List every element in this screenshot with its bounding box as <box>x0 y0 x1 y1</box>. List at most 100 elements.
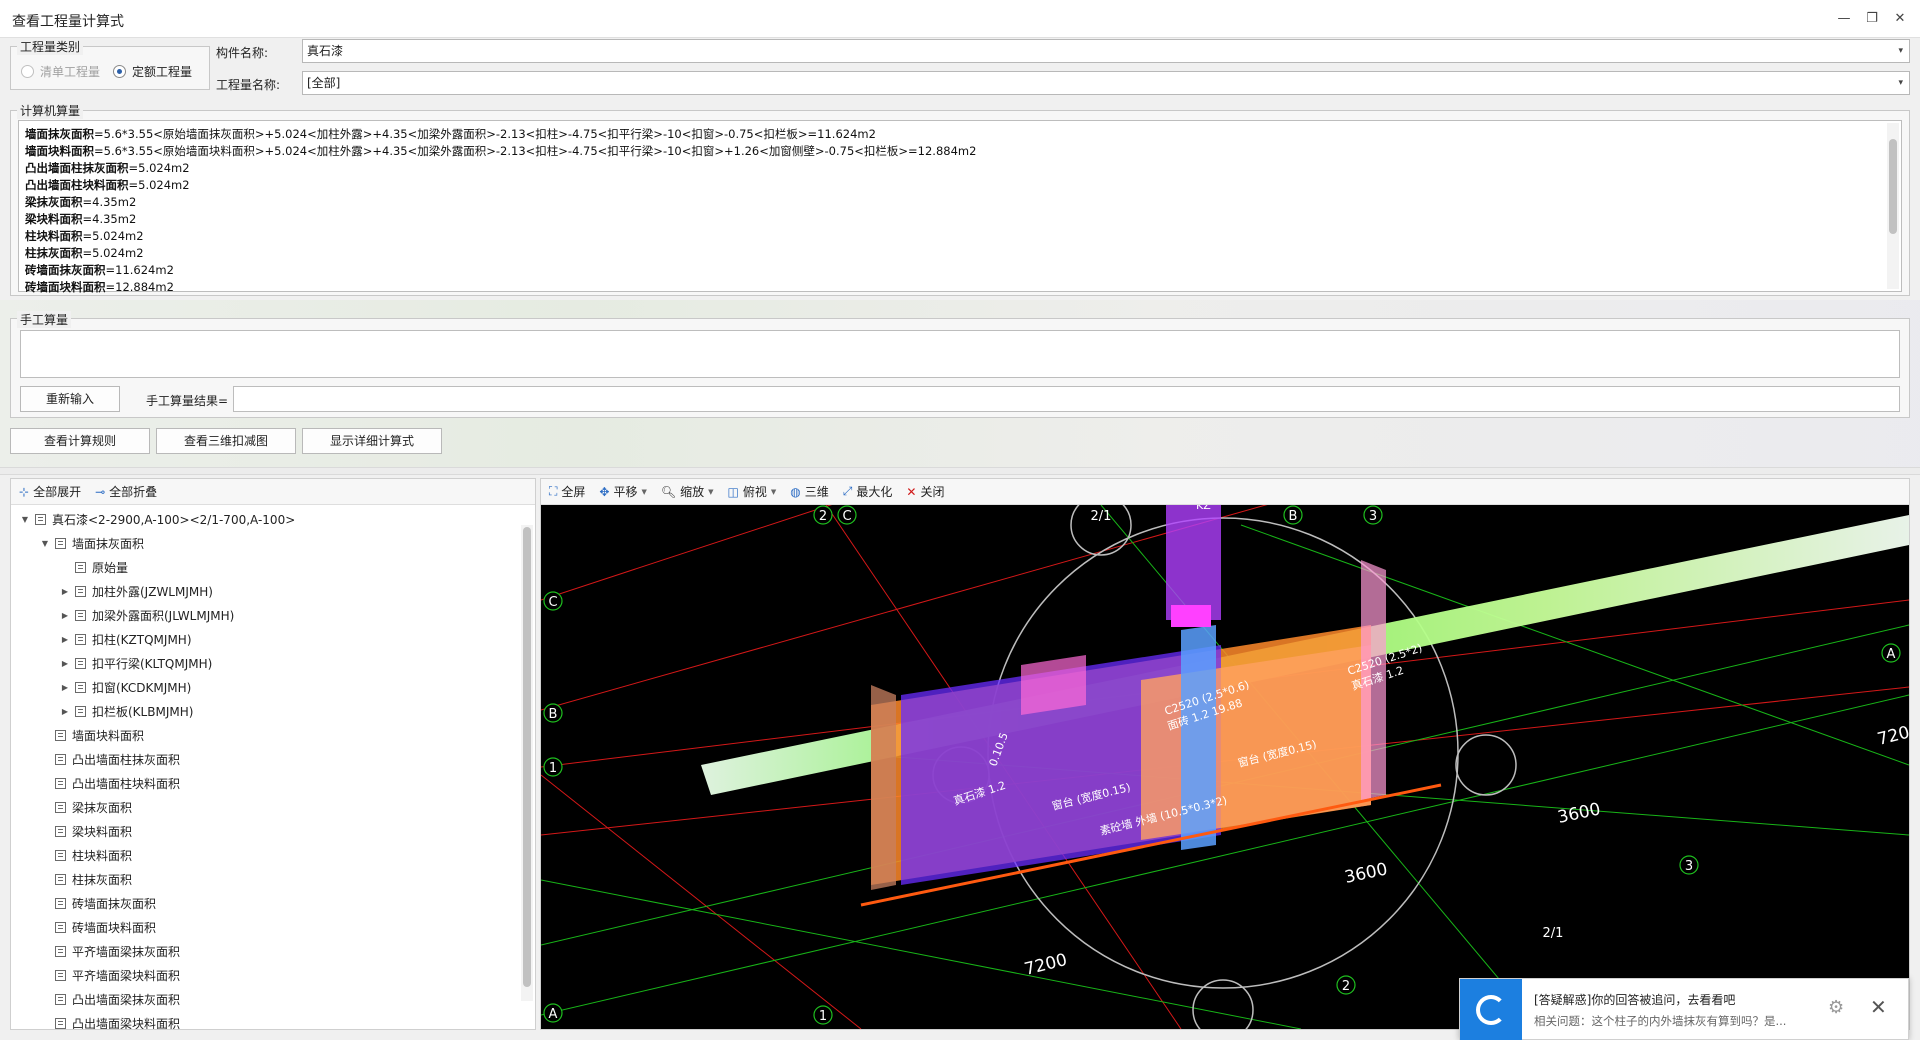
tree-node[interactable]: ▶ 扣平行梁(KLTQMJMH) <box>59 651 212 675</box>
tree-node[interactable]: 柱抹灰面积 <box>39 867 132 891</box>
view-rules-button[interactable]: 查看计算规则 <box>10 428 150 454</box>
scrollbar-thumb[interactable] <box>1889 139 1897 234</box>
tree-node-label: 平齐墙面梁抹灰面积 <box>72 944 181 959</box>
expand-all-label: 全部展开 <box>33 485 82 499</box>
tree-node[interactable]: 原始量 <box>59 555 128 579</box>
view3d-panel: ⛶ 全屏 ✥ 平移 ▼ 🔍︎ 缩放 ▼ ◫ 俯视 ▼ ◍ 三维 ⤢ 最大化 ✕ 关闭 <box>540 478 1910 1030</box>
zoom-button[interactable]: 🔍︎ 缩放 ▼ <box>661 483 714 500</box>
topview-button[interactable]: ◫ 俯视 ▼ <box>728 483 777 500</box>
expand-all-button[interactable]: ⊹ 全部展开 <box>19 483 81 500</box>
chevron-right-icon[interactable]: ▶ <box>59 659 71 668</box>
notification-toast[interactable]: [答疑解惑]你的回答被追问，去看看吧 相关问题：这个柱子的内外墙抹灰有算到吗？是… <box>1459 978 1909 1040</box>
close-view-button[interactable]: ✕ 关闭 <box>906 483 944 500</box>
tree-node[interactable]: 梁块料面积 <box>39 819 132 843</box>
toast-subtitle[interactable]: 相关问题：这个柱子的内外墙抹灰有算到吗？是... <box>1534 1013 1786 1029</box>
tree-node[interactable]: 凸出墙面柱块料面积 <box>39 771 180 795</box>
tree-node-label: 柱块料面积 <box>72 848 133 863</box>
tree-node[interactable]: ▶ 加梁外露面积(JLWLMJMH) <box>59 603 234 627</box>
computer-calc-text[interactable]: 墙面抹灰面积=5.6*3.55<原始墙面抹灰面积>+5.024<加柱外露>+4.… <box>18 120 1902 294</box>
tree-node[interactable]: 凸出墙面柱抹灰面积 <box>39 747 180 771</box>
calc-line: 梁抹灰面积=4.35m2 <box>25 194 976 211</box>
gear-icon[interactable]: ⚙ <box>1828 997 1844 1018</box>
pan-button[interactable]: ✥ 平移 ▼ <box>599 483 646 500</box>
fullscreen-button[interactable]: ⛶ 全屏 <box>549 483 585 500</box>
list-node-icon <box>75 657 86 669</box>
chevron-down-icon[interactable]: ▼ <box>708 488 713 496</box>
dropdown-arrow-icon[interactable]: ▾ <box>1898 72 1903 94</box>
tree-node[interactable]: 平齐墙面梁块料面积 <box>39 963 180 987</box>
tree-node[interactable]: 梁抹灰面积 <box>39 795 132 819</box>
radio-bill-quantity[interactable]: 清单工程量 <box>21 63 100 80</box>
tree-node[interactable]: ▼ 墙面抹灰面积 <box>39 531 144 555</box>
list-node-icon <box>75 681 86 693</box>
tree-node[interactable]: ▶ 扣窗(KCDKMJMH) <box>59 675 191 699</box>
pan-label: 平移 <box>613 485 638 499</box>
chevron-right-icon[interactable]: ▶ <box>59 683 71 692</box>
close-icon[interactable]: ✕ <box>1870 995 1887 1019</box>
3d-viewport[interactable]: 2 C 2/1 B 3 C B 1 A A 1 2 2/1 3 3600 360… <box>541 505 1909 1029</box>
calc-line-name: 梁抹灰面积 <box>25 195 83 209</box>
3d-scene[interactable]: 2 C 2/1 B 3 C B 1 A A 1 2 2/1 3 3600 360… <box>541 505 1909 1029</box>
show-detail-formula-button[interactable]: 显示详细计算式 <box>302 428 442 454</box>
reenter-button[interactable]: 重新输入 <box>20 386 120 412</box>
tree-node[interactable]: 墙面块料面积 <box>39 723 144 747</box>
view3d-button[interactable]: ◍ 三维 <box>790 483 829 500</box>
tree-node[interactable]: 凸出墙面梁块料面积 <box>39 1011 180 1029</box>
tree-node-label: 凸出墙面梁块料面积 <box>72 1016 181 1030</box>
tree-node[interactable]: ▶ 加柱外露(JZWLMJMH) <box>59 579 213 603</box>
dropdown-arrow-icon[interactable]: ▾ <box>1898 40 1903 62</box>
axis-label: A <box>1887 647 1896 662</box>
chevron-down-icon[interactable]: ▼ <box>39 539 51 548</box>
chevron-right-icon[interactable]: ▶ <box>59 611 71 620</box>
list-node-icon <box>55 801 66 813</box>
collapse-all-button[interactable]: ⊸ 全部折叠 <box>95 483 157 500</box>
calc-line: 凸出墙面柱抹灰面积=5.024m2 <box>25 160 976 177</box>
calc-line: 墙面块料面积=5.6*3.55<原始墙面块料面积>+5.024<加柱外露>+4.… <box>25 143 976 160</box>
list-node-icon <box>75 561 86 573</box>
zoom-label: 缩放 <box>680 485 705 499</box>
tree-node[interactable]: ▼ 真石漆<2-2900,A-100><2/1-700,A-100> <box>19 507 295 531</box>
view3d-label: 三维 <box>804 485 829 499</box>
tree-node-label: 扣柱(KZTQMJMH) <box>92 632 192 647</box>
list-node-icon <box>55 873 66 885</box>
maximize-button[interactable]: ⤢ 最大化 <box>843 483 893 500</box>
manual-result-input[interactable] <box>233 386 1900 412</box>
toast-title[interactable]: [答疑解惑]你的回答被追问，去看看吧 <box>1534 991 1735 1008</box>
tree-node-label: 扣平行梁(KLTQMJMH) <box>92 656 213 671</box>
tree-node[interactable]: 柱块料面积 <box>39 843 132 867</box>
tree-node[interactable]: 砖墙面抹灰面积 <box>39 891 156 915</box>
restore-icon[interactable]: ❐ <box>1861 8 1883 30</box>
calc-line-expr: =5.024m2 <box>128 161 190 175</box>
tree-panel: ⊹ 全部展开 ⊸ 全部折叠 ▼ 真石漆<2-2900,A-100><2/1-700… <box>10 478 536 1030</box>
manual-calc-label: 手工算量 <box>17 311 72 328</box>
splitter[interactable] <box>0 467 1920 475</box>
chevron-right-icon[interactable]: ▶ <box>59 587 71 596</box>
chevron-right-icon[interactable]: ▶ <box>59 707 71 716</box>
tree-toolbar: ⊹ 全部展开 ⊸ 全部折叠 <box>11 479 535 505</box>
axis-label: A <box>549 1007 558 1022</box>
view3d-icon: ◍ <box>790 484 801 499</box>
tree-node[interactable]: ▶ 扣栏板(KLBMJMH) <box>59 699 194 723</box>
tree-node[interactable]: ▶ 扣柱(KZTQMJMH) <box>59 627 192 651</box>
chevron-down-icon[interactable]: ▼ <box>771 488 776 496</box>
component-name-label: 构件名称: <box>216 46 269 60</box>
chevron-right-icon[interactable]: ▶ <box>59 635 71 644</box>
scrollbar-thumb[interactable] <box>523 527 531 987</box>
tree-scrollbar[interactable] <box>521 525 533 1001</box>
manual-calc-input[interactable] <box>20 330 1900 378</box>
minimize-icon[interactable]: — <box>1833 8 1855 30</box>
quantity-name-combo[interactable]: [全部] ▾ <box>302 71 1910 95</box>
view-3d-deduction-button[interactable]: 查看三维扣减图 <box>156 428 296 454</box>
calc-scrollbar[interactable] <box>1887 123 1899 289</box>
calc-line-name: 砖墙面抹灰面积 <box>25 263 106 277</box>
tree-node-label: 原始量 <box>92 560 129 575</box>
chevron-down-icon[interactable]: ▼ <box>19 515 31 524</box>
chevron-down-icon[interactable]: ▼ <box>642 488 647 496</box>
computer-calc-label: 计算机算量 <box>17 102 84 119</box>
component-name-combo[interactable]: 真石漆 ▾ <box>302 39 1910 63</box>
tree-node[interactable]: 砖墙面块料面积 <box>39 915 156 939</box>
radio-quota-quantity[interactable]: 定额工程量 <box>113 63 192 80</box>
tree-node[interactable]: 凸出墙面梁抹灰面积 <box>39 987 180 1011</box>
tree-node[interactable]: 平齐墙面梁抹灰面积 <box>39 939 180 963</box>
close-icon[interactable]: ✕ <box>1889 8 1911 30</box>
